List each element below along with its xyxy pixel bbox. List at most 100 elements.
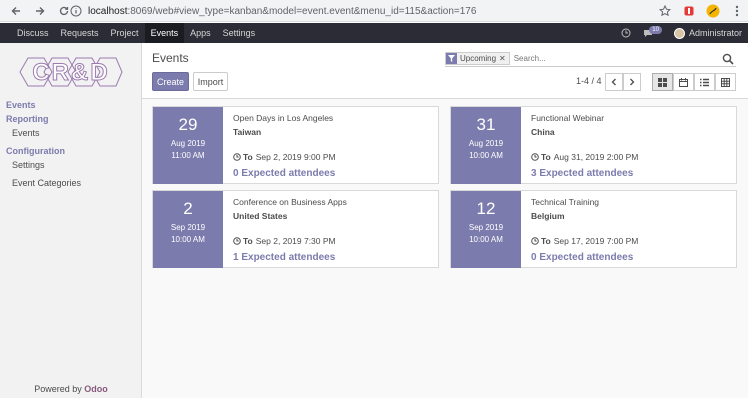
event-to-label: To <box>541 236 551 246</box>
messages-badge: 10 <box>649 26 662 34</box>
menu-settings[interactable]: Settings <box>217 23 262 43</box>
event-date-block: 31 Aug 2019 10:00 AM <box>451 107 521 184</box>
event-attendees-link[interactable]: 0 Expected attendees <box>531 252 732 263</box>
menu-discuss[interactable]: Discuss <box>0 23 55 43</box>
browser-menu-icon[interactable] <box>730 4 744 18</box>
event-card[interactable]: 12 Sep 2019 10:00 AM Technical Training … <box>450 190 737 268</box>
event-title: Functional Webinar <box>531 113 605 123</box>
event-attendees-link[interactable]: 3 Expected attendees <box>531 168 732 179</box>
menu-events[interactable]: Events <box>144 23 185 43</box>
user-name: Administrator <box>688 28 742 38</box>
menu-project[interactable]: Project <box>105 23 145 43</box>
event-end-date: Sep 17, 2019 7:00 PM <box>553 236 639 246</box>
clock-icon <box>531 237 539 245</box>
page-title: Events <box>152 51 189 65</box>
event-date-block: 12 Sep 2019 10:00 AM <box>451 191 521 268</box>
control-panel: Events Create Import Upcoming ✕ 1-4 / 4 <box>142 43 748 99</box>
event-day: 31 <box>476 115 496 134</box>
event-end: To Aug 31, 2019 2:00 PM <box>531 152 732 162</box>
event-month: Sep 2019 <box>468 223 504 232</box>
menu-apps[interactable]: Apps <box>184 23 217 43</box>
filter-facet[interactable]: Upcoming ✕ <box>445 52 510 65</box>
forward-icon[interactable] <box>30 1 50 21</box>
event-time: 11:00 AM <box>171 151 205 160</box>
event-end-date: Sep 2, 2019 7:30 PM <box>255 236 336 246</box>
calendar-view-button[interactable] <box>673 73 694 91</box>
list-view-button[interactable] <box>694 73 715 91</box>
search-bar: Upcoming ✕ <box>445 51 736 67</box>
pager-value[interactable]: 1-4 / 4 <box>576 76 602 86</box>
pager-next-button[interactable] <box>623 73 641 91</box>
event-end: To Sep 17, 2019 7:00 PM <box>531 236 732 246</box>
import-button[interactable]: Import <box>193 72 228 91</box>
event-card[interactable]: 2 Sep 2019 10:00 AM Conference on Busine… <box>152 190 439 268</box>
event-month: Aug 2019 <box>170 139 206 148</box>
event-end: To Sep 2, 2019 9:00 PM <box>233 152 434 162</box>
filter-icon <box>446 53 457 64</box>
event-month: Aug 2019 <box>468 139 504 148</box>
remove-facet-icon[interactable]: ✕ <box>499 54 506 63</box>
event-time: 10:00 AM <box>469 151 503 160</box>
avatar <box>673 27 685 39</box>
sidebar-item-event-categories[interactable]: Event Categories <box>6 178 81 188</box>
menu-requests[interactable]: Requests <box>55 23 105 43</box>
event-country: Belgium <box>531 211 565 221</box>
url-host: localhost <box>88 5 128 17</box>
clock-icon <box>531 153 539 161</box>
back-icon[interactable] <box>6 1 26 21</box>
event-title: Open Days in Los Angeles <box>233 113 334 123</box>
event-country: China <box>531 127 555 137</box>
sidebar-item-events[interactable]: Events <box>6 100 81 110</box>
kanban-view: 29 Aug 2019 11:00 AM Open Days in Los An… <box>142 99 748 398</box>
create-button[interactable]: Create <box>152 72 189 91</box>
filter-facet-label: Upcoming <box>460 54 497 63</box>
odoo-link[interactable]: Odoo <box>84 384 108 394</box>
event-attendees-link[interactable]: 1 Expected attendees <box>233 252 434 263</box>
browser-toolbar: localhost:8069/web#view_type=kanban&mode… <box>0 0 748 22</box>
sidebar: CR&D Events Reporting Events Configurati… <box>0 43 142 398</box>
user-menu[interactable]: Administrator <box>668 23 748 43</box>
info-icon <box>70 5 82 17</box>
event-time: 10:00 AM <box>469 235 503 244</box>
event-card[interactable]: 29 Aug 2019 11:00 AM Open Days in Los An… <box>152 106 439 184</box>
search-icon[interactable] <box>722 53 734 65</box>
event-card[interactable]: 31 Aug 2019 10:00 AM Functional Webinar … <box>450 106 737 184</box>
event-title: Conference on Business Apps <box>233 197 347 207</box>
event-end: To Sep 2, 2019 7:30 PM <box>233 236 434 246</box>
profile-icon[interactable] <box>706 4 720 18</box>
kanban-view-button[interactable] <box>652 73 673 91</box>
event-to-label: To <box>541 152 551 162</box>
event-end-date: Sep 2, 2019 9:00 PM <box>255 152 336 162</box>
clock-icon <box>233 153 241 161</box>
search-input[interactable] <box>513 54 714 63</box>
sidebar-item-reporting[interactable]: Reporting <box>6 114 81 124</box>
bookmark-star-icon[interactable] <box>658 4 672 18</box>
list-icon <box>700 78 709 86</box>
event-date-block: 2 Sep 2019 10:00 AM <box>153 191 223 268</box>
svg-text:CR&D: CR&D <box>32 59 109 86</box>
sidebar-item-settings[interactable]: Settings <box>6 160 81 170</box>
pager-previous-button[interactable] <box>605 73 623 91</box>
event-to-label: To <box>243 236 253 246</box>
powered-by: Powered by Odoo <box>0 384 142 394</box>
table-view-button[interactable] <box>715 73 736 91</box>
chevron-right-icon <box>630 78 635 86</box>
event-to-label: To <box>243 152 253 162</box>
extension-icon[interactable] <box>682 4 696 18</box>
address-bar[interactable]: localhost:8069/web#view_type=kanban&mode… <box>70 2 670 20</box>
event-day: 2 <box>183 199 193 218</box>
messages-icon[interactable]: 10 <box>637 23 668 43</box>
event-time: 10:00 AM <box>171 235 205 244</box>
table-icon <box>721 77 730 87</box>
chevron-left-icon <box>611 78 616 86</box>
sidebar-item-events-sub[interactable]: Events <box>6 128 81 138</box>
event-country: United States <box>233 211 288 221</box>
activity-icon[interactable] <box>615 23 637 43</box>
event-end-date: Aug 31, 2019 2:00 PM <box>553 152 639 162</box>
calendar-icon <box>679 77 688 87</box>
main-navbar: Discuss Requests Project Events Apps Set… <box>0 23 748 43</box>
powered-by-label: Powered by <box>34 384 85 394</box>
event-attendees-link[interactable]: 0 Expected attendees <box>233 168 434 179</box>
event-title: Technical Training <box>531 197 600 207</box>
sidebar-item-configuration[interactable]: Configuration <box>6 146 81 156</box>
